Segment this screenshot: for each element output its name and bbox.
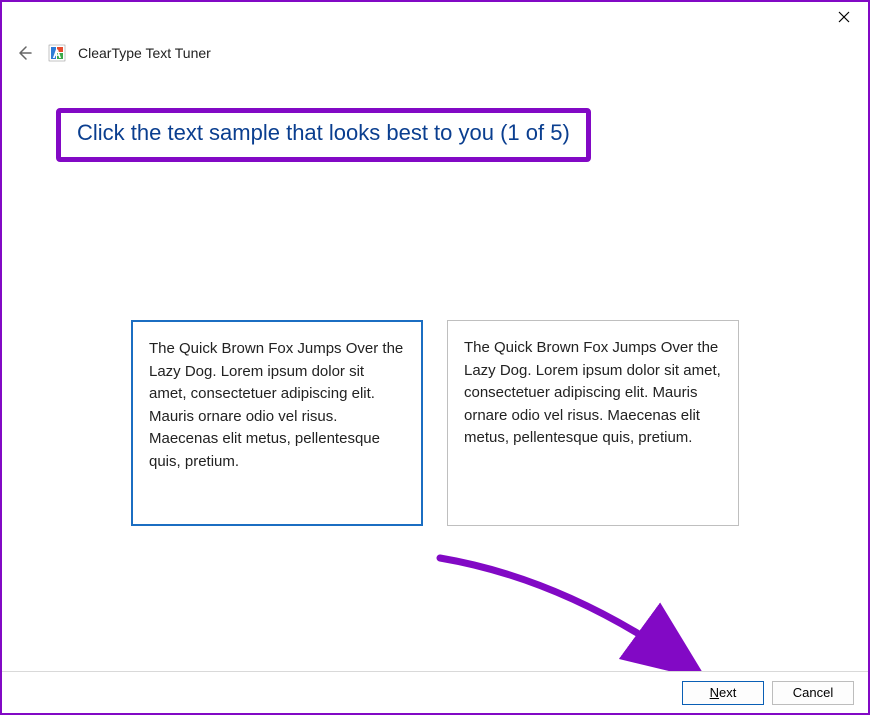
heading-highlight-box: Click the text sample that looks best to… (56, 108, 591, 162)
text-sample-2[interactable]: The Quick Brown Fox Jumps Over the Lazy … (447, 320, 739, 526)
sample-text: The Quick Brown Fox Jumps Over the Lazy … (149, 340, 403, 470)
svg-text:A: A (53, 47, 62, 61)
page-heading: Click the text sample that looks best to… (77, 120, 570, 145)
next-button[interactable]: Next (682, 681, 764, 705)
text-sample-1[interactable]: The Quick Brown Fox Jumps Over the Lazy … (131, 320, 423, 526)
window-title: ClearType Text Tuner (78, 45, 211, 61)
close-button[interactable] (832, 5, 856, 29)
sample-text: The Quick Brown Fox Jumps Over the Lazy … (464, 339, 721, 446)
cancel-button[interactable]: Cancel (772, 681, 854, 705)
app-icon: A (48, 44, 66, 62)
back-button[interactable] (12, 41, 36, 65)
